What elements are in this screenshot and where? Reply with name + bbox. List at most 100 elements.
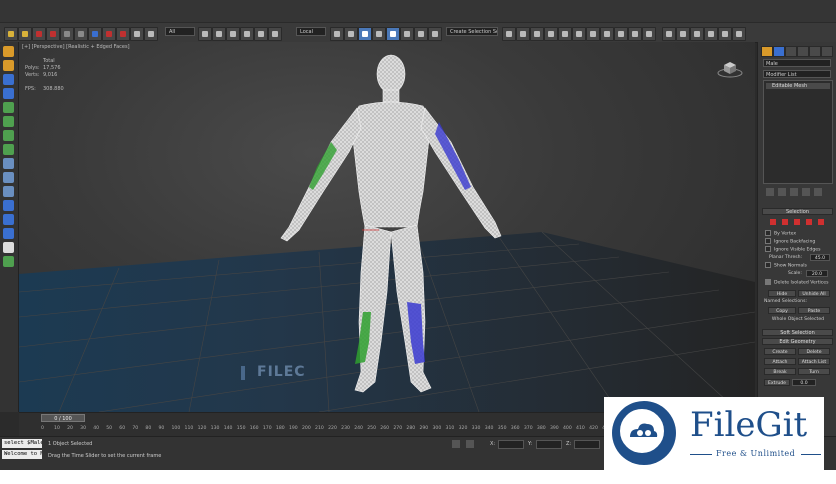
make-unique-icon[interactable] — [790, 188, 798, 196]
teapot-icon[interactable] — [662, 27, 676, 41]
undo-icon[interactable] — [4, 27, 18, 41]
hierarchy-tab-icon[interactable] — [785, 46, 797, 57]
a360-icon[interactable] — [690, 27, 704, 41]
render-cloud-icon[interactable] — [718, 27, 732, 41]
face-level-icon[interactable] — [794, 219, 800, 225]
remove-modifier-icon[interactable] — [802, 188, 810, 196]
material-editor-icon[interactable] — [600, 27, 614, 41]
paste-button[interactable]: Paste — [798, 307, 830, 314]
layer-icon[interactable] — [88, 27, 102, 41]
toggle-layer-explorer-icon[interactable] — [544, 27, 558, 41]
rect-selection-icon[interactable] — [198, 27, 212, 41]
snaps-toggle-icon[interactable] — [372, 27, 386, 41]
modify-tab-icon[interactable] — [773, 46, 785, 57]
utilities-tab-icon[interactable] — [821, 46, 833, 57]
shape-icon[interactable] — [3, 172, 14, 183]
rotate-tool-icon[interactable] — [3, 144, 14, 155]
render-setup2-icon[interactable] — [614, 27, 628, 41]
motion-tab-icon[interactable] — [797, 46, 809, 57]
z-coordinate-field[interactable] — [574, 440, 600, 449]
render-production-icon[interactable] — [642, 27, 656, 41]
move-tool-icon[interactable] — [3, 130, 14, 141]
edit-named-selection-icon[interactable] — [428, 27, 442, 41]
select-rotate-icon[interactable] — [240, 27, 254, 41]
ignore-backfacing-checkbox[interactable]: Ignore Backfacing — [765, 238, 815, 245]
scale-tool-icon[interactable] — [3, 158, 14, 169]
toggle-scene-explorer-icon[interactable] — [530, 27, 544, 41]
maxscript-listener-output[interactable]: Welcome to M — [2, 450, 42, 459]
viewport-label[interactable]: [+] [Perspective] [Realistic + Edged Fac… — [22, 44, 130, 50]
show-end-result-icon[interactable] — [778, 188, 786, 196]
light-icon[interactable] — [3, 186, 14, 197]
reference-coordinate-dropdown[interactable]: Local — [296, 27, 326, 36]
create-button[interactable]: Create — [764, 348, 796, 355]
pivot-icon[interactable] — [330, 27, 344, 41]
checkbox[interactable] — [765, 262, 771, 268]
planar-thresh-spinner[interactable]: 45.0 — [810, 254, 830, 261]
unlink-icon[interactable] — [46, 27, 60, 41]
motion-icon[interactable] — [3, 88, 14, 99]
viewcube-icon[interactable] — [717, 60, 743, 78]
attach-button[interactable]: Attach — [764, 358, 796, 365]
extrude-button[interactable]: Extrude — [764, 379, 790, 386]
edit-geometry-rollout[interactable]: Edit Geometry — [762, 338, 833, 345]
unhide-all-button[interactable]: Unhide All — [798, 290, 830, 297]
percent-snap-icon[interactable] — [400, 27, 414, 41]
modifier-stack[interactable]: Editable Mesh — [763, 80, 833, 184]
extrude-spinner[interactable]: 0.0 — [792, 379, 816, 386]
select-scale-icon[interactable] — [254, 27, 268, 41]
hierarchy-icon[interactable] — [3, 74, 14, 85]
checkbox[interactable] — [765, 246, 771, 252]
stack-item-editable-mesh[interactable]: Editable Mesh — [766, 83, 830, 89]
window-crossing-icon[interactable] — [212, 27, 226, 41]
element-level-icon[interactable] — [818, 219, 824, 225]
keyboard-shortcut-icon[interactable] — [358, 27, 372, 41]
by-vertex-checkbox[interactable]: By Vertex — [765, 230, 796, 237]
modifier-list-dropdown[interactable]: Modifier List — [763, 70, 831, 78]
named-selection-set-dropdown[interactable]: Create Selection Se — [446, 27, 498, 36]
hide-button[interactable]: Hide — [768, 290, 796, 297]
tools-icon[interactable] — [732, 27, 746, 41]
angle-snap-icon[interactable] — [386, 27, 400, 41]
scale-spinner[interactable]: 20.0 — [806, 270, 828, 277]
create-tab-icon[interactable] — [761, 46, 773, 57]
shirt-icon[interactable] — [704, 27, 718, 41]
place-icon[interactable] — [268, 27, 282, 41]
checkbox-checked[interactable] — [765, 279, 771, 285]
utilities-icon[interactable] — [3, 116, 14, 127]
vertex-level-icon[interactable] — [770, 219, 776, 225]
select-by-name-icon[interactable] — [144, 27, 158, 41]
lock-selection-icon[interactable] — [452, 440, 460, 448]
align-icon[interactable] — [516, 27, 530, 41]
scene-explorer-icon[interactable] — [74, 27, 88, 41]
spacewarp-icon[interactable] — [3, 228, 14, 239]
delete-button[interactable]: Delete — [798, 348, 830, 355]
spinner-snap-icon[interactable] — [414, 27, 428, 41]
transform-mode-icon[interactable] — [466, 440, 474, 448]
perspective-viewport[interactable]: [+] [Perspective] [Realistic + Edged Fac… — [19, 42, 755, 412]
maxscript-listener-input[interactable]: select $Male — [2, 439, 42, 448]
y-coordinate-field[interactable] — [536, 440, 562, 449]
render-iterative-icon[interactable] — [676, 27, 690, 41]
time-slider[interactable]: 0 / 100 — [41, 414, 85, 422]
camera-icon[interactable] — [3, 200, 14, 211]
selection-rollout[interactable]: Selection — [762, 208, 833, 215]
bind-space-warp-icon[interactable] — [60, 27, 74, 41]
toggle-ribbon-icon[interactable] — [558, 27, 572, 41]
schematic-view-icon[interactable] — [586, 27, 600, 41]
pin-stack-icon[interactable] — [766, 188, 774, 196]
copy-button[interactable]: Copy — [768, 307, 796, 314]
modify-icon[interactable] — [3, 60, 14, 71]
redo-icon[interactable] — [18, 27, 32, 41]
break-button[interactable]: Break — [764, 368, 796, 375]
mirror-icon[interactable] — [502, 27, 516, 41]
edge-level-icon[interactable] — [782, 219, 788, 225]
link-icon[interactable] — [32, 27, 46, 41]
configure-sets-icon[interactable] — [814, 188, 822, 196]
x-coordinate-field[interactable] — [498, 440, 524, 449]
polygon-level-icon[interactable] — [806, 219, 812, 225]
checkbox[interactable] — [765, 230, 771, 236]
render-setup-icon[interactable] — [102, 27, 116, 41]
selection-filter-dropdown[interactable]: All — [165, 27, 195, 36]
show-normals-checkbox[interactable]: Show Normals — [765, 262, 807, 269]
